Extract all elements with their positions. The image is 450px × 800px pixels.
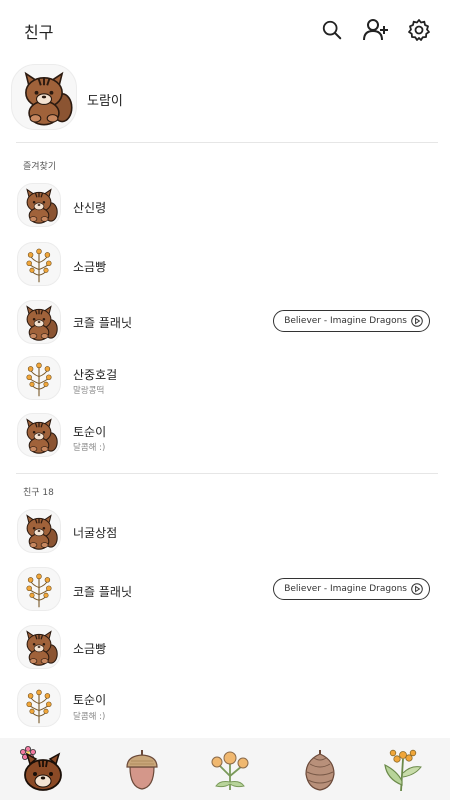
friend-name: 산중호걸: [73, 368, 118, 382]
squirrel-icon: [18, 301, 60, 343]
avatar[interactable]: [17, 300, 61, 344]
squirrel-tab[interactable]: [18, 744, 68, 794]
friend-status: 말랑콩떡: [73, 386, 105, 396]
page-title: 친구: [24, 23, 54, 42]
acorn-icon: [126, 750, 158, 790]
avatar[interactable]: [17, 625, 61, 669]
squirrel-icon: [18, 510, 60, 552]
list-item[interactable]: 산중호걸 말랑콩떡: [0, 356, 450, 408]
squirrel-icon: [18, 414, 60, 456]
friend-status: 달콤해 :): [73, 443, 106, 453]
avatar[interactable]: [17, 683, 61, 727]
friend-name: 소금빵: [73, 642, 107, 656]
avatar[interactable]: [17, 242, 61, 286]
pinecone-tab[interactable]: [295, 744, 345, 794]
squirrel-icon: [18, 184, 60, 226]
flowers-tab[interactable]: [205, 744, 255, 794]
search-icon[interactable]: [318, 16, 346, 44]
list-item[interactable]: 소금빵: [0, 242, 450, 294]
add-friend-icon[interactable]: [362, 16, 390, 44]
list-item[interactable]: 토순이 달콤해 :): [0, 413, 450, 465]
plant-icon: [384, 749, 422, 792]
squirrel-tab-icon: [20, 746, 62, 791]
profile-name: 도람이: [87, 94, 123, 109]
list-item[interactable]: 산신령: [0, 183, 450, 235]
flower-icon: [18, 684, 60, 726]
squirrel-icon: [12, 65, 76, 129]
friend-name: 코즐 플래닛: [73, 316, 133, 330]
divider: [16, 142, 438, 143]
friend-name: 코즐 플래닛: [73, 585, 133, 599]
list-item[interactable]: 소금빵: [0, 625, 450, 677]
flower-icon: [18, 568, 60, 610]
flower-icon: [18, 243, 60, 285]
pinecone-icon: [305, 750, 335, 791]
flower-icon: [18, 357, 60, 399]
friend-name: 토순이: [73, 425, 107, 439]
divider: [16, 473, 438, 474]
music-title: Believer - Imagine Dragons: [284, 316, 407, 326]
list-item[interactable]: 코즐 플래닛 Believer - Imagine Dragons: [0, 300, 450, 352]
favorites-label: 즐겨찾기: [23, 162, 57, 172]
acorn-tab[interactable]: [117, 744, 167, 794]
friend-status: 달콤해 :): [73, 712, 106, 722]
plant-tab[interactable]: [378, 744, 428, 794]
music-button[interactable]: Believer - Imagine Dragons: [273, 578, 430, 600]
avatar[interactable]: [17, 567, 61, 611]
friend-name: 너굴상점: [73, 526, 118, 540]
my-profile[interactable]: 도람이: [0, 64, 450, 132]
friend-name: 소금빵: [73, 260, 107, 274]
list-item[interactable]: 너굴상점: [0, 509, 450, 561]
squirrel-icon: [18, 626, 60, 668]
list-item[interactable]: 코즐 플래닛 Believer - Imagine Dragons: [0, 567, 450, 619]
header: 친구: [0, 0, 450, 60]
avatar[interactable]: [17, 356, 61, 400]
avatar[interactable]: [17, 413, 61, 457]
friend-name: 토순이: [73, 693, 107, 707]
play-icon: [411, 583, 423, 595]
flowers-icon: [211, 751, 249, 790]
avatar[interactable]: [17, 509, 61, 553]
bottom-nav: [0, 738, 450, 800]
friends-label: 친구 18: [23, 488, 54, 498]
avatar[interactable]: [17, 183, 61, 227]
play-icon: [411, 315, 423, 327]
list-item[interactable]: 토순이 달콤해 :): [0, 683, 450, 735]
settings-icon[interactable]: [405, 16, 433, 44]
friend-name: 산신령: [73, 201, 107, 215]
music-title: Believer - Imagine Dragons: [284, 584, 407, 594]
avatar[interactable]: [11, 64, 77, 130]
music-button[interactable]: Believer - Imagine Dragons: [273, 310, 430, 332]
